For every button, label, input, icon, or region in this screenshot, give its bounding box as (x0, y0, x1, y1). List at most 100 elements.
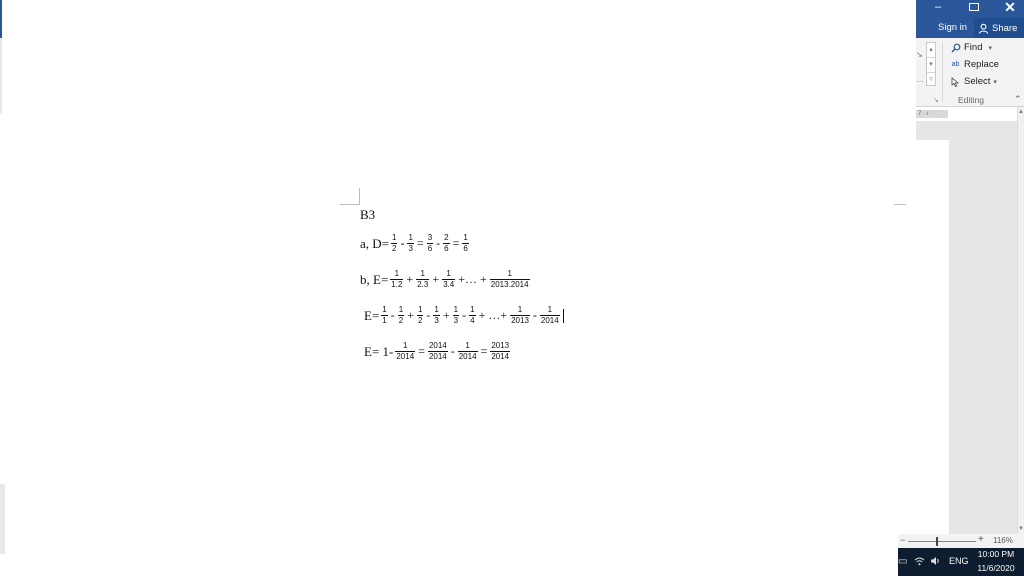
gallery-more-icon[interactable]: ▿ (927, 73, 935, 87)
wifi-icon[interactable] (914, 556, 925, 569)
minimize-button[interactable]: – (920, 0, 956, 14)
styles-gallery-edge: … (916, 75, 924, 84)
horizontal-ruler[interactable]: 7 · ı · (916, 107, 1016, 122)
fraction: 12 (397, 305, 405, 325)
fraction: 1 3.4 (442, 269, 456, 289)
operator: = (416, 236, 424, 250)
fraction: 26 (443, 233, 450, 253)
equation-line-d[interactable]: E= 1- 1 2014 = 2014 2014 - 1 2014 = 2013 201… (364, 341, 512, 362)
select-icon (950, 76, 961, 87)
fraction: 12 (391, 233, 398, 253)
battery-icon[interactable]: ▭ (898, 556, 907, 567)
operator: - (462, 308, 467, 322)
select-label: Select (964, 76, 991, 87)
group-divider (942, 42, 943, 102)
fraction: 1 1.2 (390, 269, 404, 289)
text-cursor (562, 308, 564, 323)
doc-heading[interactable]: B3 (360, 207, 375, 223)
equation-line-c[interactable]: E= 11 - 12 + 12 - 13 + 13 - 14 + …+ 1 201… (364, 305, 564, 326)
replace-label: Replace (964, 59, 999, 70)
heading-text: B3 (360, 207, 376, 222)
language-indicator[interactable]: ENG (949, 556, 969, 566)
title-bar: – ✕ Sign in Share (916, 0, 1024, 38)
sign-in-link[interactable]: Sign in (938, 22, 967, 33)
status-bar: − + 116% (898, 534, 1024, 548)
operator: - (532, 308, 537, 322)
margin-mark (359, 188, 360, 205)
clock-date[interactable]: 11/6/2020 (974, 563, 1018, 573)
equation-prefix: b, E= (360, 271, 389, 287)
operator: - (400, 236, 405, 250)
fraction: 1 2.3 (416, 269, 430, 289)
share-button[interactable]: Share (974, 18, 1024, 38)
equation-line-a[interactable]: a, D= 12 - 13 = 36 - 26 = 16 (360, 233, 471, 254)
select-button[interactable]: Select ▾ (950, 76, 997, 87)
page-edge (916, 140, 949, 534)
find-button[interactable]: Find ▾ (950, 42, 992, 53)
fraction: 11 (381, 305, 388, 325)
scroll-down-icon[interactable]: ▼ (1018, 526, 1024, 532)
operator: + …+ (478, 308, 508, 322)
gallery-up-icon[interactable]: ▴ (927, 43, 935, 58)
fraction: 13 (433, 305, 440, 325)
titlebar-edge (0, 0, 2, 38)
operator: - (390, 308, 395, 322)
gallery-down-icon[interactable]: ▾ (927, 58, 935, 73)
chevron-down-icon: ▾ (988, 44, 992, 52)
fraction: 1 2013 (510, 305, 530, 325)
operator: +… + (458, 272, 487, 286)
fraction: 13 (452, 305, 460, 325)
operator: + (406, 272, 414, 286)
fraction: 12 (416, 305, 424, 325)
styles-launcher-icon[interactable]: ↘ (933, 96, 939, 104)
margin-mark (340, 204, 360, 205)
fraction: 1 2014 (395, 341, 416, 361)
zoom-level[interactable]: 116% (993, 536, 1013, 545)
fraction: 1 2014 (539, 305, 560, 325)
styles-gallery-edge: ↘ (916, 50, 923, 59)
equation-line-b[interactable]: b, E= 1 1.2 + 1 2.3 + 1 3.4 +… + 1 2013.2014 (360, 269, 532, 290)
zoom-slider[interactable] (908, 541, 976, 542)
operator: - (436, 236, 441, 250)
editing-group-label: Editing (958, 95, 984, 105)
maximize-button[interactable] (956, 0, 992, 14)
fraction: 36 (426, 233, 434, 253)
operator: - (450, 344, 455, 358)
styles-gallery-scroll[interactable]: ▴ ▾ ▿ (926, 42, 936, 86)
find-icon (950, 42, 961, 53)
fraction: 2013 2014 (490, 341, 511, 361)
replace-button[interactable]: ab Replace (950, 59, 999, 70)
operator: = (452, 236, 460, 250)
operator: + (432, 272, 440, 286)
fraction: 1 2014 (457, 341, 478, 361)
equation-prefix: E= 1- (364, 343, 394, 359)
scroll-up-icon[interactable]: ▲ (1018, 109, 1024, 115)
operator: = (480, 344, 488, 358)
zoom-in-button[interactable]: + (978, 534, 984, 545)
replace-icon: ab (951, 61, 960, 68)
operator: = (418, 344, 425, 358)
ribbon-edge (0, 38, 2, 114)
status-edge (0, 484, 5, 554)
taskbar-tray: ▭ ENG 10:00 PM 11/6/2020 (898, 548, 1024, 576)
clock-time[interactable]: 10:00 PM (976, 549, 1016, 559)
operator: + (407, 308, 414, 322)
vertical-scrollbar[interactable]: ▲ ▼ (1017, 107, 1024, 534)
fraction: 16 (462, 233, 469, 253)
fraction: 1 2013.2014 (489, 269, 530, 289)
operator: + (442, 308, 450, 322)
ruler-margin: 7 · ı · (916, 110, 948, 118)
zoom-slider-thumb[interactable] (936, 537, 938, 546)
close-button[interactable]: ✕ (992, 0, 1024, 15)
equation-prefix: a, D= (360, 235, 389, 251)
fraction: 14 (469, 305, 476, 325)
fraction: 13 (407, 233, 414, 253)
equation-prefix: E= (364, 307, 380, 323)
collapse-ribbon-icon[interactable]: ⌃ (1014, 94, 1022, 105)
fraction: 2014 2014 (427, 341, 448, 361)
volume-icon[interactable] (930, 556, 941, 569)
chevron-down-icon: ▾ (993, 78, 997, 86)
operator: - (426, 308, 431, 322)
zoom-out-button[interactable]: − (900, 535, 905, 545)
ribbon: ↘ … ▴ ▾ ▿ ↘ Find ▾ ab Replace Select ▾ E… (916, 38, 1024, 107)
